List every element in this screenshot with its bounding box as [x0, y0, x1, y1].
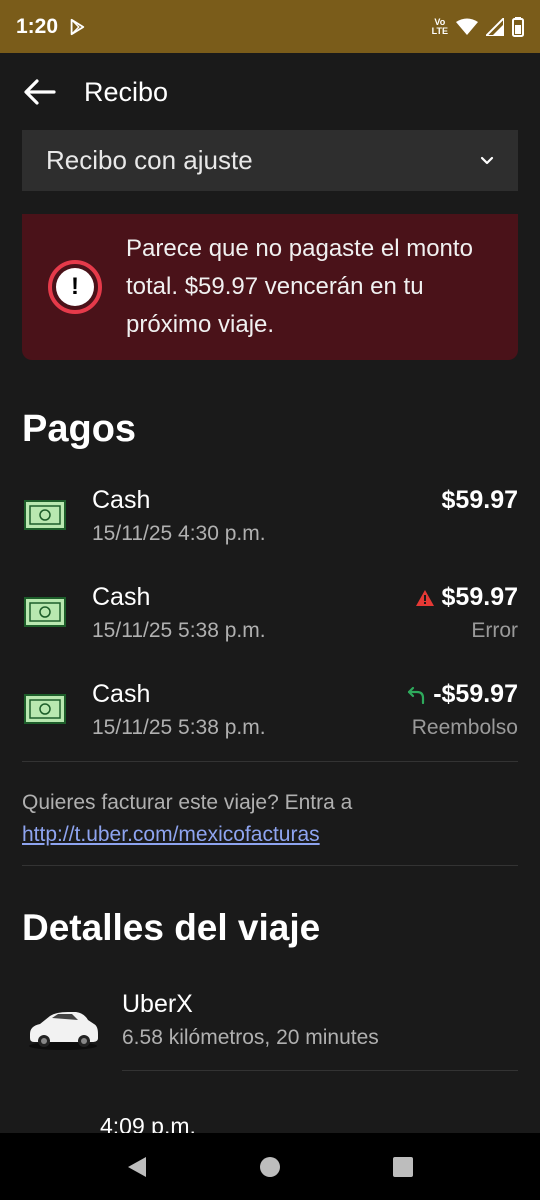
payment-row[interactable]: Cash 15/11/25 4:30 p.m. $59.97: [22, 486, 518, 566]
divider: [122, 1070, 518, 1071]
status-bar: 1:20 Vo LTE: [0, 0, 540, 53]
payment-amount: -$59.97: [407, 680, 518, 709]
divider: [22, 761, 518, 762]
payment-method: Cash: [92, 486, 151, 514]
back-triangle-icon: [127, 1156, 146, 1177]
warning-icon: [415, 589, 434, 606]
payment-status: Error: [471, 619, 518, 642]
wifi-icon: [456, 18, 478, 35]
recents-square-icon: [393, 1156, 414, 1177]
invoice-text: Quieres facturar este viaje? Entra a: [22, 791, 353, 814]
car-icon: [29, 1012, 98, 1050]
cash-icon: [24, 597, 66, 627]
play-store-icon: [70, 18, 85, 35]
payment-method: Cash: [92, 583, 151, 611]
app-bar: Recibo: [0, 53, 540, 131]
status-icons: Vo LTE: [431, 16, 524, 37]
payment-row[interactable]: Cash 15/11/25 5:38 p.m. -$59.97 Reembols…: [22, 680, 518, 760]
back-button[interactable]: [22, 74, 58, 110]
signal-icon: [486, 17, 504, 36]
payment-row[interactable]: Cash 15/11/25 5:38 p.m. $59.97 Error: [22, 583, 518, 663]
volte-icon: Vo LTE: [431, 16, 448, 36]
payment-date: 15/11/25 5:38 p.m.: [92, 716, 266, 739]
payments-title: Pagos: [22, 408, 137, 450]
nav-back-button[interactable]: [122, 1152, 152, 1182]
page-title: Recibo: [84, 76, 169, 107]
alert-message: Parece que no pagaste el monto total. $5…: [126, 235, 473, 338]
system-navigation-bar: [0, 1133, 540, 1200]
home-circle-icon: [259, 1156, 280, 1177]
nav-home-button[interactable]: [255, 1152, 285, 1182]
invoice-link[interactable]: http://t.uber.com/mexicofacturas: [22, 823, 320, 846]
payment-date: 15/11/25 4:30 p.m.: [92, 522, 266, 545]
refund-arrow-icon: [408, 686, 425, 704]
receipt-type-dropdown[interactable]: Recibo con ajuste: [22, 130, 518, 191]
alert-icon: !: [48, 260, 102, 314]
cash-icon: [24, 694, 66, 724]
unpaid-alert-banner: ! Parece que no pagaste el monto total. …: [22, 214, 518, 360]
payment-method: Cash: [92, 680, 151, 708]
dropdown-selected-value: Recibo con ajuste: [46, 145, 253, 175]
payment-status: Reembolso: [411, 716, 518, 739]
nav-recents-button[interactable]: [388, 1152, 418, 1182]
trip-distance-duration: 6.58 kilómetros, 20 minutes: [122, 1026, 379, 1049]
status-time: 1:20: [16, 14, 59, 38]
payment-amount: $59.97: [441, 486, 518, 514]
trip-product-row: UberX 6.58 kilómetros, 20 minutes: [22, 990, 518, 1070]
cash-icon: [24, 500, 66, 530]
payment-date: 15/11/25 5:38 p.m.: [92, 619, 266, 642]
trip-product-name: UberX: [122, 990, 193, 1018]
battery-icon: [512, 16, 524, 37]
invoice-info: Quieres facturar este viaje? Entra a htt…: [22, 787, 518, 851]
trip-details-title: Detalles del viaje: [22, 907, 321, 948]
chevron-down-icon: [480, 156, 494, 164]
payment-amount: $59.97: [415, 583, 518, 612]
divider: [22, 865, 518, 866]
arrow-left-icon: [24, 79, 56, 105]
